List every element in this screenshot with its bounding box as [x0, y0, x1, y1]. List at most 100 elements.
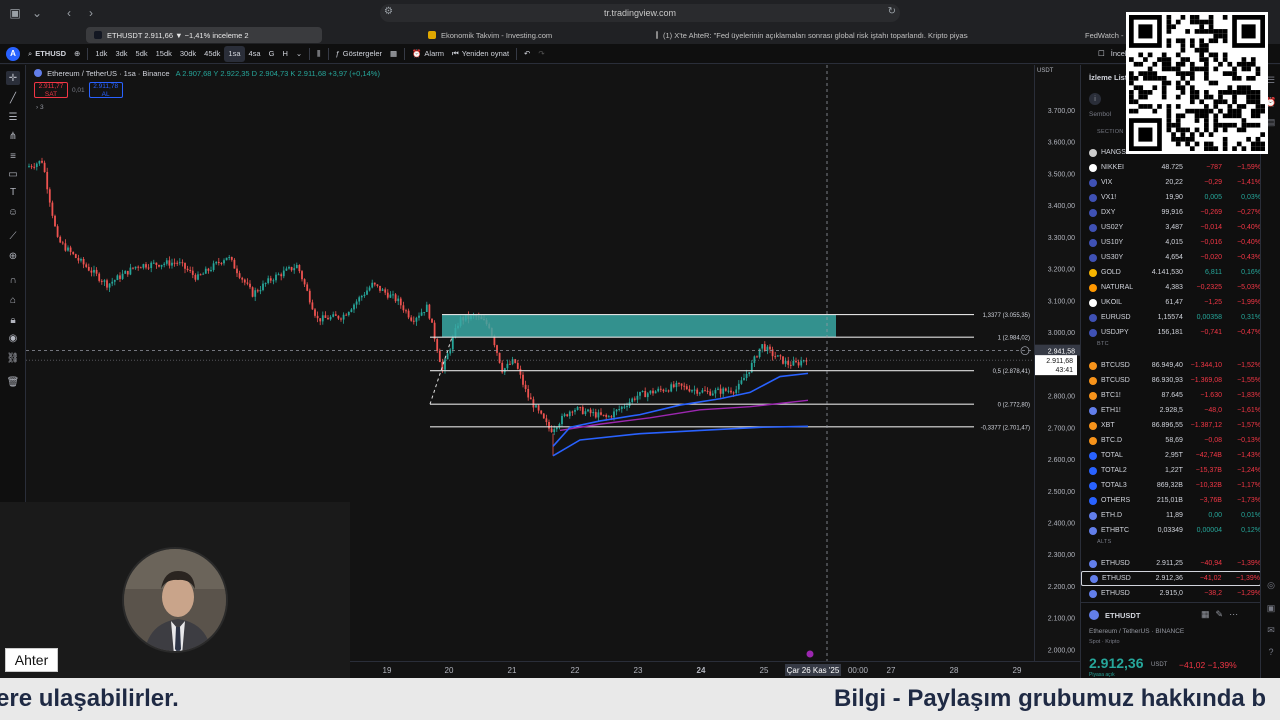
indicators-button[interactable]: ƒ Göstergeler: [332, 46, 386, 62]
zoom-icon[interactable]: ⊕: [6, 249, 20, 263]
watchlist-row[interactable]: GOLD 4.141,530 6,811 0,16%: [1081, 265, 1260, 280]
back-icon[interactable]: ‹: [58, 4, 80, 22]
tab-investing[interactable]: Ekonomik Takvim - Investing.com: [420, 27, 620, 43]
watchlist-row[interactable]: VX1! 19,90 0,005 0,03%: [1081, 190, 1260, 205]
watchlist-row[interactable]: BTC1! 87.645 −1.630 −1,83%: [1081, 388, 1260, 403]
interval-3dk[interactable]: 3dk: [111, 46, 131, 62]
candle-type-icon[interactable]: ⫼: [313, 46, 324, 62]
watchlist-row[interactable]: BTCUSD 86.949,40 −1.344,10 −1,52%: [1081, 358, 1260, 373]
watchlist-row[interactable]: TOTAL3 869,32B −10,32B −1,17%: [1081, 478, 1260, 493]
shape-icon[interactable]: ▭: [6, 167, 20, 181]
interval-g[interactable]: G: [265, 46, 279, 62]
reload-icon[interactable]: ↻: [888, 6, 896, 17]
watchlist-row[interactable]: DXY 99,916 −0,269 −0,27%: [1081, 205, 1260, 220]
lock-icon[interactable]: 🔒︎: [6, 313, 20, 327]
chat-icon[interactable]: ✉: [1266, 625, 1276, 635]
section-header[interactable]: BTC: [1097, 341, 1109, 347]
watchlist-row[interactable]: USDJPY 156,181 −0,741 −0,47%: [1081, 325, 1260, 340]
tab-x[interactable]: (1) X'te AhteR: "Fed üyelerinin açıklama…: [648, 27, 968, 43]
undo-icon[interactable]: ↶: [520, 46, 534, 62]
info-icon[interactable]: i: [1089, 93, 1101, 105]
column-header-symbol[interactable]: Sembol: [1089, 111, 1111, 118]
tab-fedwatch[interactable]: FedWatch - C: [1072, 27, 1132, 43]
watchlist-row[interactable]: BTC.D 58,69 −0,08 −0,13%: [1081, 433, 1260, 448]
watchlist-row[interactable]: NIKKEI 48.725 −787 −1,59%: [1081, 160, 1260, 175]
watchlist-row[interactable]: TOTAL2 1,22T −15,37B −1,24%: [1081, 463, 1260, 478]
layout-icon[interactable]: ▦: [1201, 609, 1216, 619]
trash-icon[interactable]: 🗑︎: [6, 375, 20, 389]
redo-icon[interactable]: ↷: [534, 46, 548, 62]
time-axis[interactable]: 19 20 21 22 23 24 25 Çar 26 Kas '25 00:00 27 28 29: [350, 661, 1080, 678]
qr-module: [1129, 99, 1134, 105]
crosshair-icon[interactable]: ✛: [6, 71, 20, 85]
interval-30dk[interactable]: 30dk: [176, 46, 200, 62]
price-tick-label: 2.200,00: [1048, 584, 1075, 591]
watchlist-row[interactable]: ETH.D 11,89 0,00 0,01%: [1081, 508, 1260, 523]
watchlist-row[interactable]: TOTAL 2,95T −42,74B −1,43%: [1081, 448, 1260, 463]
qr-module: [1218, 94, 1223, 100]
lock-drawings-icon[interactable]: ⌂: [6, 293, 20, 307]
text-icon[interactable]: T: [6, 185, 20, 199]
watchlist-row[interactable]: OTHERS 215,01B −3,76B −1,73%: [1081, 493, 1260, 508]
symbol-search[interactable]: ⌕ ETHUSD: [24, 46, 70, 62]
pitchfork-icon[interactable]: ⋔: [6, 129, 20, 143]
watchlist-change: 0,00: [1208, 512, 1222, 519]
interval-5dk[interactable]: 5dk: [132, 46, 152, 62]
interval-1dk[interactable]: 1dk: [91, 46, 111, 62]
forward-icon[interactable]: ›: [80, 4, 102, 22]
watchlist-row[interactable]: NATURAL 4,383 −0,2325 −5,03%: [1081, 280, 1260, 295]
add-symbol-button[interactable]: ⊕: [70, 46, 84, 62]
watchlist-row[interactable]: ETHUSD 2.911,25 −40,94 −1,39%: [1081, 556, 1260, 571]
watchlist-row[interactable]: US10Y 4,015 −0,016 −0,40%: [1081, 235, 1260, 250]
watchlist-row[interactable]: EURUSD 1,15574 0,00358 0,31%: [1081, 310, 1260, 325]
candle-body: [449, 349, 452, 354]
interval-15dk[interactable]: 15dk: [152, 46, 176, 62]
horizontal-lines-icon[interactable]: ☰: [6, 110, 20, 124]
eye-icon[interactable]: ◉: [6, 331, 20, 345]
profile-avatar[interactable]: A: [6, 46, 20, 61]
replay-button[interactable]: ⏮ Yeniden oynat: [448, 46, 513, 62]
indicator-count-toggle[interactable]: › 3: [36, 104, 44, 111]
target-icon[interactable]: ◎: [1266, 580, 1276, 590]
interval-45dk[interactable]: 45dk: [200, 46, 224, 62]
time-tick-label: 21: [508, 666, 517, 675]
section-header[interactable]: SECTION: [1097, 129, 1124, 135]
watchlist-row[interactable]: US30Y 4,654 −0,020 −0,43%: [1081, 250, 1260, 265]
watchlist-row[interactable]: US02Y 3,487 −0,014 −0,40%: [1081, 220, 1260, 235]
emoji-icon[interactable]: ☺: [6, 205, 20, 219]
section-header[interactable]: ALTS: [1097, 539, 1112, 545]
chevron-down-icon[interactable]: ⌄: [26, 4, 48, 22]
site-settings-icon[interactable]: ⚙: [384, 6, 393, 17]
watchlist-row[interactable]: ETHBTC 0,03349 0,00004 0,12%: [1081, 523, 1260, 538]
interval-1sa[interactable]: 1sa: [224, 45, 245, 62]
sell-button[interactable]: 2.911,77 SAT: [34, 82, 68, 98]
help-icon[interactable]: ?: [1266, 647, 1276, 657]
calendar-icon[interactable]: ▣: [1266, 603, 1276, 613]
magnet-icon[interactable]: ∩: [6, 273, 20, 287]
interval-4sa[interactable]: 4sa: [245, 46, 265, 62]
watchlist-row[interactable]: UKOIL 61,47 −1,25 −1,99%: [1081, 295, 1260, 310]
watchlist-row[interactable]: ETHUSD 2.915,0 −38,2 −1,29%: [1081, 586, 1260, 601]
address-bar[interactable]: ⚙ tr.tradingview.com ↻: [380, 4, 900, 22]
watchlist-symbol: US10Y: [1101, 239, 1124, 246]
trendline-icon[interactable]: ╱: [6, 91, 20, 105]
fib-icon[interactable]: ≡: [6, 149, 20, 163]
ruler-icon[interactable]: ⟋: [6, 229, 20, 243]
edit-icon[interactable]: ✎: [1216, 609, 1230, 619]
watchlist-row[interactable]: ETHUSD 2.912,36 −41,02 −1,39%: [1081, 571, 1260, 586]
watchlist-row[interactable]: XBT 86.896,55 −1.387,12 −1,57%: [1081, 418, 1260, 433]
fib-level-label: 1 (2.984,02): [998, 336, 1030, 342]
watchlist-row[interactable]: VIX 20,22 −0,29 −1,41%: [1081, 175, 1260, 190]
buy-button[interactable]: 2.911,78 AL: [88, 82, 123, 98]
tab-ethusdt[interactable]: ETHUSDT 2.911,66 ▼ −1,41% inceleme 2: [86, 27, 322, 43]
alarm-button[interactable]: ⏰ Alarm: [408, 46, 448, 62]
more-icon[interactable]: ⋯: [1229, 609, 1244, 619]
watchlist-row[interactable]: ETH1! 2.928,5 −48,0 −1,61%: [1081, 403, 1260, 418]
watchlist-row[interactable]: BTCUSD 86.930,93 −1.369,08 −1,55%: [1081, 373, 1260, 388]
sidebar-toggle-icon[interactable]: ▣: [4, 4, 26, 22]
interval-dropdown-icon[interactable]: ⌄: [292, 46, 306, 62]
link-icon[interactable]: ⛓︎: [6, 351, 20, 365]
templates-icon[interactable]: ▦: [386, 46, 401, 62]
price-axis[interactable]: 3.700,00 3.600,00 3.500,00 3.400,00 3.300,00…: [1034, 65, 1081, 661]
interval-h[interactable]: H: [278, 46, 291, 62]
